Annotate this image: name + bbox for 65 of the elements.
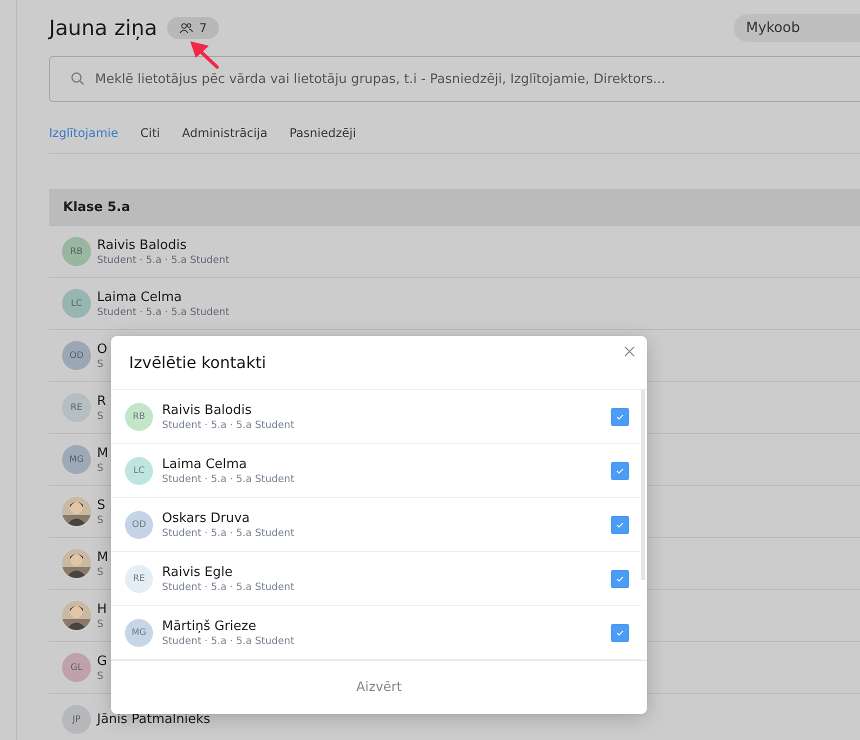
close-icon[interactable] (624, 346, 635, 357)
contact-role: S (97, 358, 104, 370)
tab[interactable]: Citi (140, 126, 160, 140)
avatar: MG (125, 618, 153, 646)
contact-name: M (97, 550, 108, 564)
check-icon (616, 576, 624, 582)
contact-name: Jānis Patmalnieks (97, 712, 210, 727)
contact-name: G (97, 654, 108, 668)
contact-name: Raivis Egle (162, 564, 234, 580)
check-icon (616, 522, 624, 528)
contact-name: Mārtiņš Grieze (162, 618, 258, 634)
contact-name: Laima Celma (97, 290, 183, 304)
avatar: MG (62, 445, 91, 474)
avatar: JP (62, 705, 91, 734)
contact-name: Laima Celma (162, 456, 248, 472)
avatar: GL (62, 653, 91, 682)
contact-role: S (97, 566, 104, 578)
search-field[interactable]: Meklē lietotājus pēc vārda vai lietotāju grupas, t.i - Pasniedzēji, Izglītojamie, Direktors... (49, 56, 860, 102)
checkbox[interactable] (611, 516, 629, 534)
checkbox[interactable] (611, 570, 629, 588)
contact-role: Student · 5.a · 5.a Student (97, 254, 230, 266)
contact-name: O (97, 342, 108, 356)
avatar: LC (125, 456, 153, 484)
avatar: OD (62, 341, 91, 370)
contact-name: H (97, 602, 107, 616)
group-header: Klase 5.a (49, 189, 860, 226)
check-icon (616, 468, 624, 474)
checkbox[interactable] (611, 624, 629, 642)
contact-name: S (97, 498, 106, 512)
contact-role: Student · 5.a · 5.a Student (162, 582, 294, 592)
account-menu[interactable]: Mykoob (734, 14, 860, 42)
tab[interactable]: Pasniedzēji (289, 126, 356, 140)
contact-role: Student · 5.a · 5.a Student (162, 474, 294, 484)
contact-name: M (97, 446, 108, 460)
avatar: RB (125, 402, 153, 430)
contact-role: Student · 5.a · 5.a Student (162, 528, 294, 538)
close-button[interactable]: Aizvērt (350, 679, 408, 696)
contact-role: S (97, 618, 104, 630)
check-icon (616, 630, 624, 636)
contact-role: S (97, 670, 104, 682)
avatar: OD (125, 510, 153, 538)
contact-role: Student · 5.a · 5.a Student (162, 420, 294, 430)
contact-name: Oskars Druva (162, 510, 251, 526)
avatar: LC (62, 289, 91, 318)
people-icon (179, 22, 194, 34)
avatar: RB (62, 237, 91, 266)
avatar: RE (125, 564, 153, 592)
checkbox[interactable] (611, 408, 629, 426)
tab[interactable]: Administrācija (182, 126, 268, 140)
recipients-badge[interactable]: 7 (167, 17, 219, 39)
search-icon (71, 72, 84, 85)
contact-name: Raivis Balodis (162, 402, 253, 418)
avatar: RE (62, 393, 91, 422)
contact-role: Student · 5.a · 5.a Student (97, 306, 230, 318)
page-title: Jauna ziņa (49, 16, 158, 40)
contact-role: S (97, 462, 104, 474)
checkbox[interactable] (611, 462, 629, 480)
contact-role: S (97, 514, 104, 526)
contact-name: R (97, 394, 106, 408)
arrow-icon (188, 40, 220, 70)
check-icon (616, 414, 624, 420)
contact-role: Student · 5.a · 5.a Student (162, 636, 294, 646)
contact-name: Raivis Balodis (97, 238, 188, 252)
contact-role: S (97, 410, 104, 422)
dialog-title: Izvēlētie kontakti (129, 353, 266, 372)
